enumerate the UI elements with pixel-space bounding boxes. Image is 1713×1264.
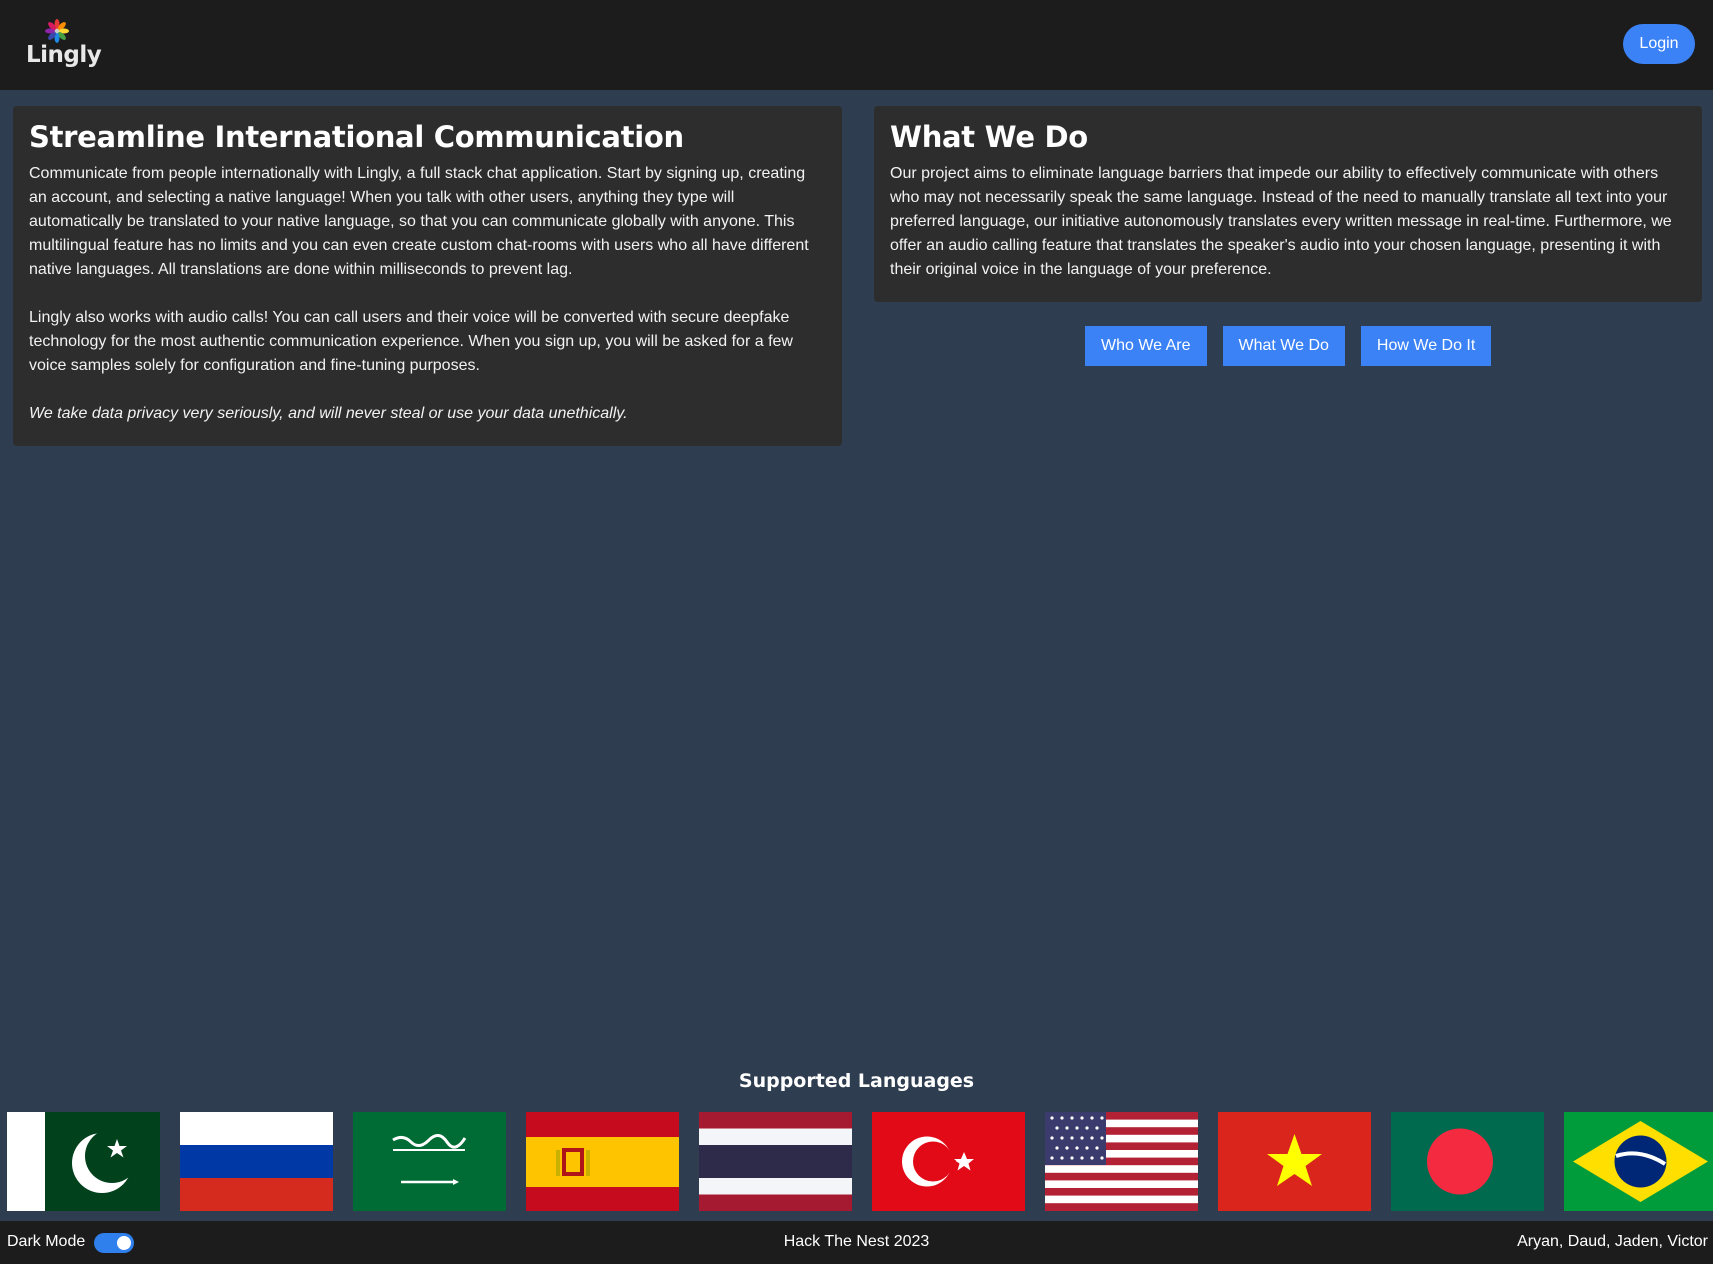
- spain-flag[interactable]: [526, 1112, 679, 1211]
- intro-paragraph-2: Lingly also works with audio calls! You …: [29, 309, 793, 374]
- usa-flag[interactable]: [1045, 1112, 1198, 1211]
- turkey-flag[interactable]: [872, 1112, 1025, 1211]
- supported-languages-title: Supported Languages: [738, 1070, 975, 1092]
- saudi-arabia-flag[interactable]: [353, 1112, 506, 1211]
- lingly-logo[interactable]: Lingly: [22, 14, 102, 74]
- authors: Aryan, Daud, Jaden, Victor: [1517, 1233, 1708, 1250]
- brazil-flag[interactable]: [1564, 1112, 1713, 1211]
- about-body: Our project aims to eliminate language b…: [890, 165, 1672, 278]
- intro-paragraph-1: Communicate from people internationally …: [29, 165, 809, 278]
- who-we-are-button[interactable]: Who We Are: [1085, 326, 1207, 366]
- pakistan-flag[interactable]: [7, 1112, 160, 1211]
- logo-flower-icon: [45, 19, 69, 43]
- flag-carousel: [7, 1112, 1713, 1211]
- privacy-statement: We take data privacy very seriously, and…: [29, 405, 628, 422]
- what-we-do-button[interactable]: What We Do: [1222, 326, 1345, 366]
- event-name: Hack The Nest 2023: [783, 1233, 930, 1250]
- footer-bar: Dark Mode Hack The Nest 2023 Aryan, Daud…: [0, 1221, 1713, 1264]
- bangladesh-flag[interactable]: [1391, 1112, 1544, 1211]
- login-button[interactable]: Login: [1623, 24, 1695, 64]
- intro-card: Streamline International Communication C…: [13, 106, 842, 446]
- russia-flag[interactable]: [180, 1112, 333, 1211]
- about-title: What We Do: [890, 120, 1088, 154]
- intro-title: Streamline International Communication: [29, 120, 684, 154]
- how-we-do-it-button[interactable]: How We Do It: [1360, 326, 1492, 366]
- what-we-do-card: What We Do Our project aims to eliminate…: [874, 106, 1702, 302]
- section-nav: Who We Are What We Do How We Do It: [1085, 326, 1492, 366]
- top-navbar: Lingly Login: [0, 0, 1713, 90]
- brand-name: Lingly: [26, 42, 102, 68]
- vietnam-flag[interactable]: [1218, 1112, 1371, 1211]
- thailand-flag[interactable]: [699, 1112, 852, 1211]
